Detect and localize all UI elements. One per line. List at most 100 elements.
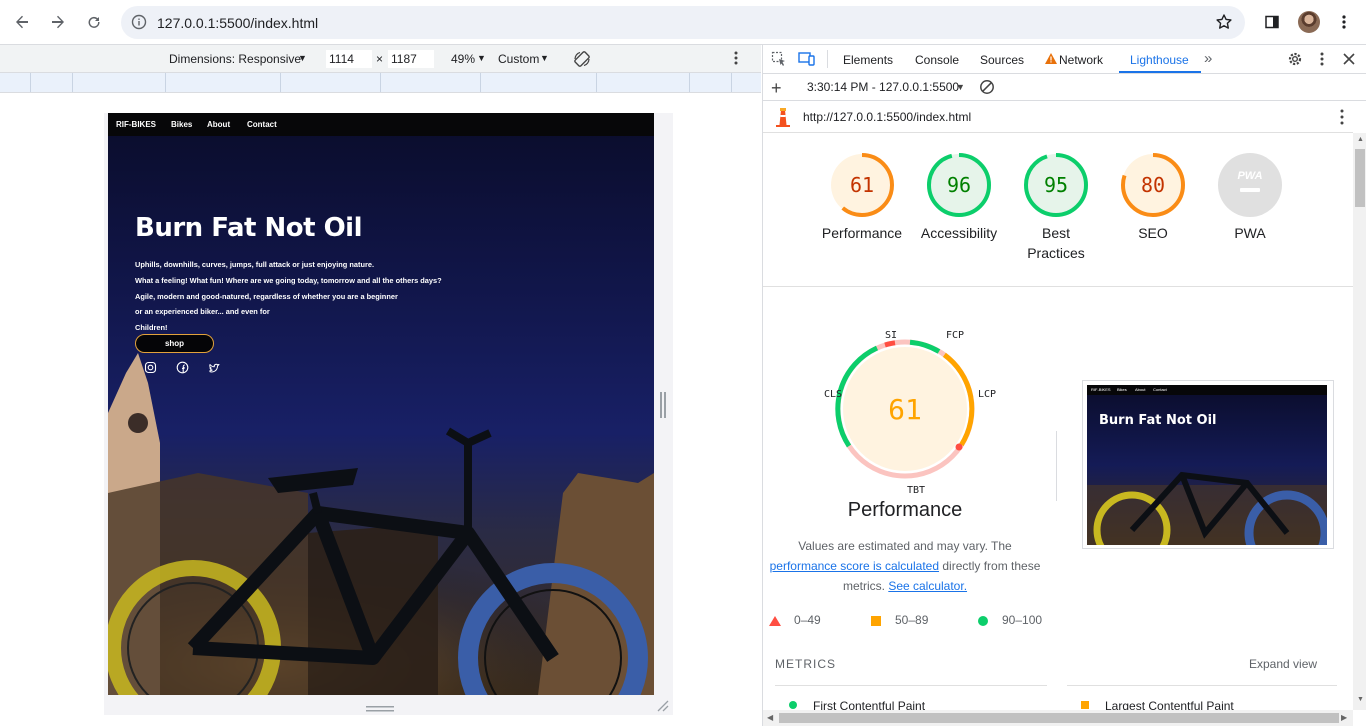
address-bar[interactable]: 127.0.0.1:5500/index.html [121, 6, 1245, 39]
avatar[interactable] [1298, 11, 1320, 33]
gauge-label: Performance [821, 225, 903, 241]
emulated-page: RIF-BIKES Bikes About Contact Burn Fat N… [108, 113, 654, 695]
see-calculator-link[interactable]: See calculator. [888, 579, 967, 593]
nav-link-bikes[interactable]: Bikes [171, 120, 192, 129]
rotate-icon[interactable] [573, 50, 591, 71]
device-toggle-icon[interactable] [798, 51, 816, 70]
lighthouse-report: 61 Performance 96 Accessibility 95 Best [763, 133, 1353, 710]
pwa-badge: PWA [1237, 170, 1262, 182]
scroll-up-icon[interactable]: ▲ [1357, 136, 1364, 143]
plus-icon[interactable]: + [771, 78, 782, 99]
scroll-right-icon[interactable]: ▶ [1341, 713, 1347, 722]
metric-label-lcp: LCP [978, 389, 996, 400]
gauge-ring: 61 [830, 153, 894, 217]
reload-icon[interactable] [80, 8, 108, 36]
info-icon[interactable] [131, 14, 147, 33]
score-calculated-link[interactable]: performance score is calculated [770, 559, 939, 573]
report-selector[interactable]: 3:30:14 PM - 127.0.0.1:5500 [807, 80, 959, 94]
gauge-best-practices[interactable]: 95 Best Practices [1011, 151, 1101, 263]
final-screenshot[interactable]: RIF-BIKES Bikes About Contact Burn Fat N… [1082, 380, 1334, 549]
more-vert-icon[interactable] [1340, 109, 1344, 128]
legend-pass-icon [978, 615, 988, 629]
report-scrollbar-vertical[interactable]: ▲ ▼ [1353, 133, 1366, 710]
resize-handle-right[interactable] [660, 392, 666, 418]
divider [1067, 685, 1337, 686]
more-vert-icon[interactable] [734, 51, 738, 68]
url-text[interactable]: 127.0.0.1:5500/index.html [157, 15, 318, 31]
tab-lighthouse[interactable]: Lighthouse [1130, 53, 1189, 67]
dimensions-dropdown[interactable]: Dimensions: Responsive [169, 52, 301, 66]
thumbnail-image: RIF-BIKES Bikes About Contact Burn Fat N… [1087, 385, 1327, 545]
report-url[interactable]: http://127.0.0.1:5500/index.html [803, 110, 971, 124]
height-input[interactable] [388, 50, 434, 68]
resize-handle-bottom[interactable] [366, 702, 394, 712]
times-symbol: × [376, 52, 384, 66]
nav-link-about[interactable]: About [207, 120, 230, 129]
big-score: 61 [888, 393, 922, 426]
browser-toolbar: 127.0.0.1:5500/index.html [0, 0, 1366, 45]
more-tabs-icon[interactable]: » [1204, 50, 1212, 67]
close-icon[interactable] [1342, 52, 1356, 69]
twitter-icon[interactable] [208, 361, 221, 374]
metric-label-cls: CLS [824, 389, 842, 400]
forward-icon[interactable] [44, 8, 72, 36]
note-text: Values are estimated and may vary. The [798, 539, 1012, 553]
score-note: Values are estimated and may vary. The p… [769, 536, 1041, 596]
gauge-performance[interactable]: 61 Performance [817, 151, 907, 243]
zoom-dropdown[interactable]: 49% [451, 52, 475, 66]
legend-fail-range: 0–49 [794, 613, 821, 627]
gauge-pwa[interactable]: PWA PWA [1205, 151, 1295, 243]
active-tab-indicator [1119, 71, 1201, 73]
tab-network[interactable]: Network [1059, 53, 1103, 67]
clear-icon[interactable] [979, 79, 995, 98]
tab-console[interactable]: Console [915, 53, 959, 67]
gauge-label: Accessibility [920, 225, 998, 241]
gauge-label: SEO [1138, 225, 1168, 241]
device-toolbar: Dimensions: Responsive ▼ × 49% ▼ Custom … [0, 45, 761, 73]
gauge-seo[interactable]: 80 SEO [1108, 151, 1198, 243]
instagram-icon[interactable] [144, 361, 157, 374]
gauge-ring: 96 [927, 153, 991, 217]
lighthouse-toolbar: + 3:30:14 PM - 127.0.0.1:5500 ▼ [763, 74, 1366, 101]
gear-icon[interactable] [1287, 51, 1303, 70]
resize-handle-corner[interactable] [655, 698, 669, 712]
shop-button[interactable]: shop [135, 334, 214, 353]
back-icon[interactable] [8, 8, 36, 36]
scroll-left-icon[interactable]: ◀ [767, 713, 773, 722]
metric-label-fcp: FCP [946, 330, 964, 341]
performance-heading: Performance [847, 499, 963, 521]
nav-link-contact[interactable]: Contact [247, 120, 277, 129]
hero-text: Uphills, downhills, curves, jumps, full … [135, 257, 475, 336]
scroll-thumb[interactable] [1355, 149, 1365, 207]
tab-sources[interactable]: Sources [980, 53, 1024, 67]
sidepanel-icon[interactable] [1258, 8, 1286, 36]
more-vert-icon[interactable] [1320, 52, 1324, 69]
media-query-ruler[interactable] [0, 73, 761, 93]
metric-name: Largest Contentful Paint [1105, 699, 1234, 710]
throttle-dropdown[interactable]: Custom [498, 52, 539, 66]
thumb-navbar: RIF-BIKES Bikes About Contact [1087, 385, 1327, 395]
report-url-row: http://127.0.0.1:5500/index.html [763, 101, 1353, 133]
gauge-score: 96 [947, 173, 971, 197]
thumb-nav-item: Bikes [1117, 387, 1127, 392]
more-vert-icon[interactable] [1330, 8, 1358, 36]
tab-elements[interactable]: Elements [843, 53, 893, 67]
star-icon[interactable] [1215, 13, 1233, 34]
report-scrollbar-horizontal[interactable]: ◀ ▶ [763, 710, 1353, 726]
gauge-accessibility[interactable]: 96 Accessibility [914, 151, 1004, 243]
expand-view-toggle[interactable]: Expand view [1249, 657, 1317, 671]
divider [775, 685, 1047, 686]
lighthouse-icon [774, 107, 792, 130]
width-input[interactable] [326, 50, 372, 68]
legend-average-icon [871, 615, 881, 626]
note-text: metrics. [842, 579, 885, 593]
scroll-thumb[interactable] [779, 713, 1339, 723]
inspect-icon[interactable] [771, 51, 787, 70]
divider [763, 286, 1353, 287]
chevron-down-icon: ▼ [956, 82, 965, 92]
chevron-down-icon: ▼ [298, 53, 307, 63]
gauge-ring: 80 [1121, 153, 1185, 217]
facebook-icon[interactable] [176, 361, 189, 374]
scroll-down-icon[interactable]: ▼ [1357, 696, 1364, 703]
site-brand[interactable]: RIF-BIKES [116, 120, 156, 129]
